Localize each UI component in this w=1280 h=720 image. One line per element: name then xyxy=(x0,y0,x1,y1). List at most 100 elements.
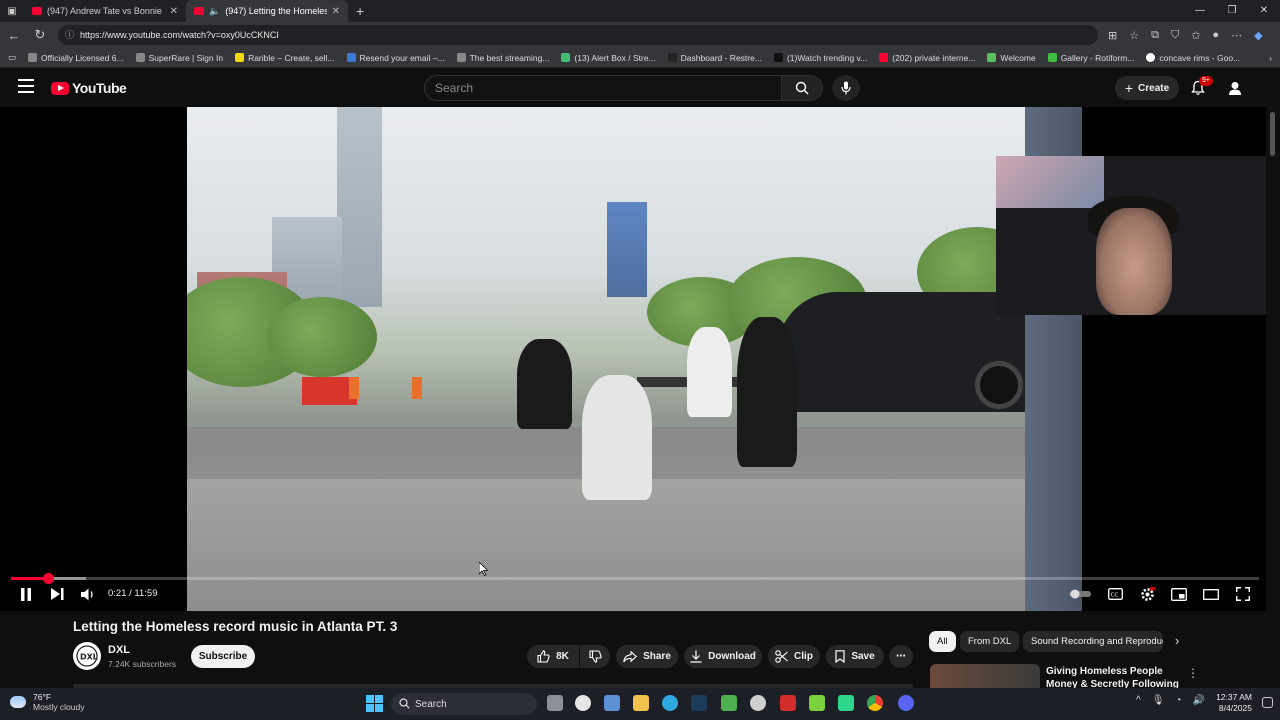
bookmark-item[interactable]: The best streaming... xyxy=(456,53,549,63)
app-install-icon[interactable]: ⊞ xyxy=(1108,29,1117,42)
youtube-logo[interactable]: YouTube xyxy=(51,80,127,96)
tab-actions-icon[interactable]: ▣ xyxy=(0,6,24,17)
download-button[interactable]: Download xyxy=(684,645,762,668)
account-avatar[interactable] xyxy=(1226,79,1244,97)
chrome-icon[interactable] xyxy=(867,695,883,711)
shield-icon[interactable]: ⛉ xyxy=(1171,29,1179,42)
task-view-icon[interactable] xyxy=(547,695,563,711)
bookmark-item[interactable]: (13) Alert Box / Stre... xyxy=(561,53,656,63)
favorites-icon[interactable]: ✩ xyxy=(1191,29,1200,42)
taskbar-search[interactable]: Search xyxy=(391,693,537,715)
pause-button[interactable] xyxy=(18,586,34,602)
save-button[interactable]: Save xyxy=(826,645,884,668)
url-bar[interactable]: https://www.youtube.com/watch?v=oxy0UcCK… xyxy=(58,25,1098,45)
restore-icon[interactable]: ❐ xyxy=(1216,0,1248,22)
recommendation-title[interactable]: Giving Homeless People Money & Secretly … xyxy=(1046,665,1186,689)
fullscreen-button[interactable] xyxy=(1235,586,1251,602)
voice-search-button[interactable] xyxy=(832,75,860,101)
person-white-tank xyxy=(582,375,652,500)
bookmark-item[interactable]: Resend your email –... xyxy=(346,53,445,63)
hamburger-menu-icon[interactable] xyxy=(18,79,34,93)
speaker-icon[interactable]: 🔈 xyxy=(209,6,220,17)
bookmark-item[interactable]: (202) private interne... xyxy=(879,53,975,63)
bookmarks-overflow-icon[interactable]: › xyxy=(1269,53,1272,63)
taskbar-clock[interactable]: 12:37 AM 8/4/2025 xyxy=(1216,692,1252,714)
weather-widget[interactable]: 76°F Mostly cloudy xyxy=(10,692,85,712)
favorite-star-icon[interactable]: ☆ xyxy=(1129,29,1139,42)
chip-all[interactable]: All xyxy=(929,631,956,652)
search-button[interactable] xyxy=(781,75,823,101)
autoplay-toggle[interactable] xyxy=(1068,586,1092,602)
recommendation-thumbnail[interactable] xyxy=(930,664,1040,688)
miniplayer-button[interactable] xyxy=(1171,586,1187,602)
theater-mode-button[interactable] xyxy=(1203,586,1219,602)
taskbar-app-icon[interactable] xyxy=(721,695,737,711)
share-button[interactable]: Share xyxy=(616,645,678,668)
dislike-button[interactable] xyxy=(580,645,610,668)
browser-tab-andrew-tate[interactable]: (947) Andrew Tate vs Bonnie Blue ✕ xyxy=(24,0,186,22)
channel-name[interactable]: DXL xyxy=(108,644,130,656)
extensions-icon[interactable]: ⧉ xyxy=(1151,29,1159,42)
progress-bar[interactable] xyxy=(11,573,1259,584)
tree xyxy=(267,297,377,377)
wifi-icon[interactable]: ◔ xyxy=(1175,695,1181,706)
bookmark-item[interactable]: concave rims - Goo... xyxy=(1146,53,1240,63)
bookmark-item[interactable]: (1)Watch trending v... xyxy=(773,53,867,63)
back-arrow-icon[interactable]: ← xyxy=(6,28,22,43)
subscribe-button[interactable]: Subscribe xyxy=(191,645,255,668)
taskbar-app-icon[interactable] xyxy=(809,695,825,711)
like-button[interactable]: 8K xyxy=(527,645,579,668)
volume-button[interactable] xyxy=(80,586,96,602)
video-frame[interactable] xyxy=(187,107,1082,611)
bookmark-item[interactable]: Rarible – Create, sell... xyxy=(235,53,335,63)
copilot-icon[interactable]: ◆ xyxy=(1254,29,1262,42)
taskbar-app-icon[interactable] xyxy=(838,695,854,711)
notification-center-icon[interactable] xyxy=(1262,697,1273,708)
file-explorer-icon[interactable] xyxy=(633,695,649,711)
volume-icon xyxy=(80,588,93,600)
subtitles-button[interactable]: CC xyxy=(1107,586,1123,602)
page-scrollbar-thumb[interactable] xyxy=(1270,112,1275,156)
taskbar-app-icon[interactable] xyxy=(780,695,796,711)
steam-icon[interactable] xyxy=(691,695,707,711)
create-button[interactable]: + Create xyxy=(1115,76,1179,100)
bookmark-favicon-icon xyxy=(346,53,356,62)
settings-button[interactable] xyxy=(1139,586,1155,602)
bookmark-item[interactable]: Welcome xyxy=(987,53,1036,63)
clip-button[interactable]: Clip xyxy=(768,645,820,668)
taskbar-app-icon[interactable] xyxy=(575,695,591,711)
notification-count-badge: 9+ xyxy=(1199,76,1213,86)
search-input[interactable]: Search xyxy=(424,75,782,101)
more-menu-icon[interactable]: ⋯ xyxy=(1231,29,1242,42)
recommendation-more-icon[interactable]: ⋮ xyxy=(1187,666,1199,680)
reload-icon[interactable]: ↻ xyxy=(32,27,48,43)
next-button[interactable] xyxy=(49,586,65,602)
bookmark-item[interactable]: Officially Licensed 6... xyxy=(28,53,124,63)
taskbar-app-icon[interactable] xyxy=(750,695,766,711)
profile-icon[interactable]: ● xyxy=(1212,29,1219,42)
speaker-volume-icon[interactable]: 🔊 xyxy=(1192,695,1204,706)
chips-next-chevron-icon[interactable]: › xyxy=(1175,633,1179,648)
new-tab-button[interactable]: + xyxy=(348,3,372,19)
tray-microphone-icon[interactable]: 🎙 xyxy=(1152,695,1165,706)
browser-tab-homeless-video[interactable]: 🔈 (947) Letting the Homeless r ✕ xyxy=(186,0,348,22)
tray-overflow-chevron-icon[interactable]: ^ xyxy=(1136,695,1141,706)
start-windows-icon[interactable] xyxy=(366,695,383,712)
close-tab-icon[interactable]: ✕ xyxy=(170,6,178,17)
thumbs-down-icon xyxy=(588,650,602,663)
discord-icon[interactable] xyxy=(898,695,914,711)
edge-browser-icon[interactable] xyxy=(662,695,678,711)
bookmark-item[interactable]: Dashboard - Restre... xyxy=(667,53,762,63)
close-window-icon[interactable]: ✕ xyxy=(1248,0,1280,22)
bookmark-item[interactable]: SuperRare | Sign In xyxy=(135,53,223,63)
settings-gear-icon[interactable] xyxy=(604,695,620,711)
bookmarks-icon[interactable]: ▭ xyxy=(8,52,16,63)
video-player[interactable] xyxy=(0,107,1266,611)
minimize-icon[interactable]: — xyxy=(1184,0,1216,22)
chip-from-dxl[interactable]: From DXL xyxy=(960,631,1020,652)
close-tab-icon[interactable]: ✕ xyxy=(332,6,340,17)
more-actions-button[interactable]: ⋯ xyxy=(889,645,913,668)
bookmark-item[interactable]: Gallery - Rotiform... xyxy=(1047,53,1134,63)
channel-avatar[interactable]: DXL xyxy=(73,642,101,670)
chip-sound-recording[interactable]: Sound Recording and Reproduc xyxy=(1023,631,1163,652)
